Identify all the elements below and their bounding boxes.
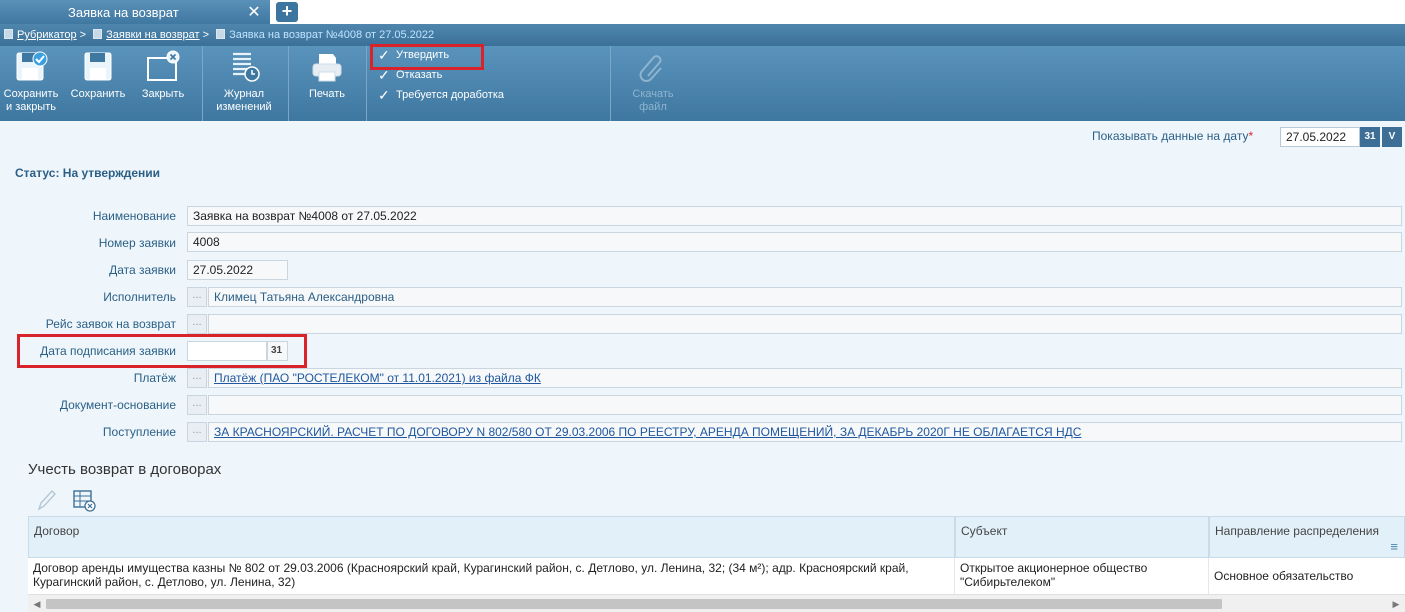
- highlight-sign-date: [17, 334, 307, 368]
- executor-picker-button[interactable]: ...: [187, 287, 207, 307]
- breadcrumb: Рубрикатор > Заявки на возврат > Заявка на…: [0, 24, 1405, 46]
- receipt-field[interactable]: ЗА КРАСНОЯРСКИЙ. РАСЧЕТ ПО ДОГОВОРУ N 80…: [208, 422, 1402, 442]
- needs-revision-label: Требуется доработка: [396, 89, 504, 101]
- name-label: Наименование: [92, 209, 176, 223]
- toolbar-divider: [610, 46, 611, 121]
- receipt-picker-button[interactable]: ...: [187, 422, 207, 442]
- flight-picker-button[interactable]: ...: [187, 314, 207, 334]
- flight-label: Рейс заявок на возврат: [45, 317, 176, 331]
- list-icon: [4, 29, 13, 39]
- close-window-icon: [147, 50, 180, 81]
- toolbar-divider: [288, 46, 289, 121]
- save-close-label-1: Сохранить: [3, 88, 59, 100]
- show-data-date-label: Показывать данные на дату*: [1092, 129, 1254, 143]
- calendar-icon[interactable]: 31: [1360, 127, 1380, 147]
- section-title: Учесть возврат в договорах: [28, 461, 222, 478]
- highlight-approve: [370, 44, 484, 70]
- save-label: Сохранить: [70, 88, 126, 100]
- breadcrumb-rubricator[interactable]: Рубрикатор: [17, 29, 77, 41]
- name-field[interactable]: Заявка на возврат №4008 от 27.05.2022: [187, 206, 1402, 226]
- column-header-contract[interactable]: Договор: [28, 516, 955, 558]
- scroll-left-icon[interactable]: ◀: [31, 598, 43, 610]
- journal-button[interactable]: Журнал изменений: [206, 46, 282, 121]
- payment-label: Платёж: [133, 371, 176, 385]
- toolbar-divider: [202, 46, 203, 121]
- number-label: Номер заявки: [98, 236, 176, 250]
- breadcrumb-separator: >: [79, 29, 87, 41]
- printer-icon: [312, 54, 342, 82]
- journal-label-1: Журнал: [223, 88, 265, 100]
- column-header-subject[interactable]: Субъект: [955, 516, 1209, 558]
- dropdown-icon[interactable]: V: [1382, 127, 1402, 147]
- save-icon: [84, 52, 112, 81]
- date-field[interactable]: 27.05.2022: [187, 260, 288, 280]
- payment-field[interactable]: Платёж (ПАО "РОСТЕЛЕКОМ" от 11.01.2021) …: [208, 368, 1402, 388]
- print-label: Печать: [308, 88, 346, 100]
- column-header-direction[interactable]: Направление распределения ≡: [1209, 516, 1405, 558]
- payment-picker-button[interactable]: ...: [187, 368, 207, 388]
- basis-picker-button[interactable]: ...: [187, 395, 207, 415]
- paperclip-icon: [639, 55, 662, 82]
- executor-label: Исполнитель: [103, 290, 176, 304]
- cell-subject: Открытое акционерное общество "Сибирьтел…: [955, 558, 1209, 594]
- journal-label-2: изменений: [216, 101, 272, 113]
- toolbar: Сохранить и закрыть Сохранить Закрыть Жур…: [0, 46, 1405, 121]
- cell-direction: Основное обязательство: [1214, 569, 1354, 583]
- document-icon: [93, 29, 103, 39]
- needs-revision-action[interactable]: ✓ Требуется доработка: [374, 86, 504, 104]
- column-menu-icon[interactable]: ≡: [1390, 539, 1398, 554]
- breadcrumb-current: Заявка на возврат №4008 от 27.05.2022: [229, 29, 435, 41]
- print-button[interactable]: Печать: [292, 46, 362, 121]
- basis-label: Документ-основание: [59, 398, 176, 412]
- journal-icon: [233, 52, 260, 82]
- tab-label: Заявка на возврат: [68, 5, 179, 20]
- tab-bar: Заявка на возврат ✕ +: [0, 0, 1405, 26]
- save-button[interactable]: Сохранить: [66, 46, 130, 121]
- save-close-icon: [16, 51, 48, 81]
- date-label: Дата заявки: [109, 263, 176, 277]
- column-header-direction-label: Направление распределения: [1215, 524, 1380, 538]
- save-close-label-2: и закрыть: [6, 101, 56, 113]
- receipt-link[interactable]: ЗА КРАСНОЯРСКИЙ. РАСЧЕТ ПО ДОГОВОРУ N 80…: [214, 425, 1081, 439]
- scroll-right-icon[interactable]: ▶: [1390, 598, 1402, 610]
- breadcrumb-separator: >: [202, 29, 210, 41]
- pencil-icon[interactable]: [34, 488, 58, 512]
- tab-application-return[interactable]: Заявка на возврат ✕: [0, 0, 270, 26]
- download-label-2: файл: [639, 101, 667, 113]
- scrollbar-thumb[interactable]: [46, 599, 1222, 609]
- basis-field[interactable]: [208, 395, 1402, 415]
- close-label: Закрыть: [141, 88, 185, 100]
- breadcrumb-return-applications[interactable]: Заявки на возврат: [106, 29, 199, 41]
- flight-field[interactable]: [208, 314, 1402, 334]
- download-label-1: Скачать: [632, 88, 674, 100]
- table-clear-icon[interactable]: [72, 488, 96, 512]
- reject-label: Отказать: [396, 69, 443, 81]
- cell-contract: Договор аренды имущества казны № 802 от …: [28, 558, 955, 594]
- close-icon[interactable]: ✕: [246, 5, 262, 21]
- close-button[interactable]: Закрыть: [134, 46, 192, 121]
- payment-link[interactable]: Платёж (ПАО "РОСТЕЛЕКОМ" от 11.01.2021) …: [214, 371, 541, 385]
- executor-field[interactable]: Климец Татьяна Александровна: [208, 287, 1402, 307]
- document-icon: [216, 29, 226, 39]
- number-field[interactable]: 4008: [187, 232, 1402, 252]
- status-label: Статус: На утверждении: [15, 166, 161, 180]
- toolbar-divider: [366, 46, 367, 121]
- receipt-label: Поступление: [102, 425, 176, 439]
- show-data-date-input[interactable]: 27.05.2022: [1280, 127, 1360, 147]
- download-file-button[interactable]: Скачать файл: [618, 46, 688, 121]
- check-icon: ✓: [378, 87, 390, 103]
- add-tab-button[interactable]: +: [276, 2, 298, 22]
- save-and-close-button[interactable]: Сохранить и закрыть: [0, 46, 62, 121]
- horizontal-scrollbar[interactable]: ◀ ▶: [28, 594, 1405, 612]
